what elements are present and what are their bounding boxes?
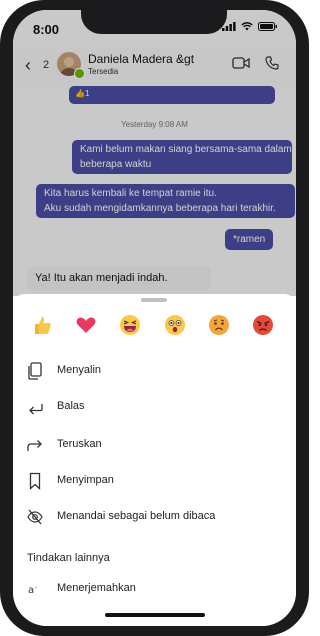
action-save[interactable]: Menyimpan: [13, 468, 296, 496]
action-forward[interactable]: Teruskan: [13, 432, 296, 460]
bookmark-icon: [29, 472, 41, 490]
phone-frame: 8:00 ‹ 2 Daniela Madera &gt Tersedia 👍1 …: [0, 0, 309, 636]
action-label: Menyalin: [57, 364, 102, 376]
like-emoji-icon[interactable]: [31, 314, 53, 336]
forward-icon: [27, 440, 42, 451]
action-label: Menerjemahkan: [57, 582, 136, 594]
svg-text:a: a: [28, 585, 34, 596]
action-reply[interactable]: Balas: [13, 394, 296, 422]
action-copy[interactable]: Menyalin: [13, 358, 296, 386]
action-translate[interactable]: a , Menerjemahkan: [13, 576, 296, 604]
action-mark-unread[interactable]: Menandai sebagai belum dibaca: [13, 504, 296, 532]
home-indicator[interactable]: [105, 613, 205, 617]
drag-handle[interactable]: [141, 298, 167, 302]
laugh-emoji-icon[interactable]: [119, 314, 141, 336]
screen: 8:00 ‹ 2 Daniela Madera &gt Tersedia 👍1 …: [13, 10, 296, 626]
action-label: Teruskan: [57, 438, 102, 450]
dim-overlay[interactable]: [13, 10, 296, 296]
copy-icon: [28, 362, 42, 380]
reaction-bar: [13, 314, 296, 340]
reply-icon: [29, 404, 43, 415]
notch: [81, 10, 227, 34]
unread-icon: [27, 509, 43, 525]
action-label: Menyimpan: [57, 474, 114, 486]
svg-text:,: ,: [35, 583, 37, 590]
surprised-emoji-icon[interactable]: [164, 314, 186, 336]
sad-emoji-icon[interactable]: [208, 314, 230, 336]
heart-emoji-icon[interactable]: [75, 314, 97, 336]
action-label: Menandai sebagai belum dibaca: [57, 510, 216, 522]
angry-emoji-icon[interactable]: [252, 314, 274, 336]
translate-icon: a ,: [28, 583, 37, 596]
more-actions-heading: Tindakan lainnya: [27, 552, 110, 564]
action-label: Balas: [57, 400, 85, 412]
action-sheet: Menyalin Balas Teruskan Menyimpan Menand…: [13, 294, 296, 626]
